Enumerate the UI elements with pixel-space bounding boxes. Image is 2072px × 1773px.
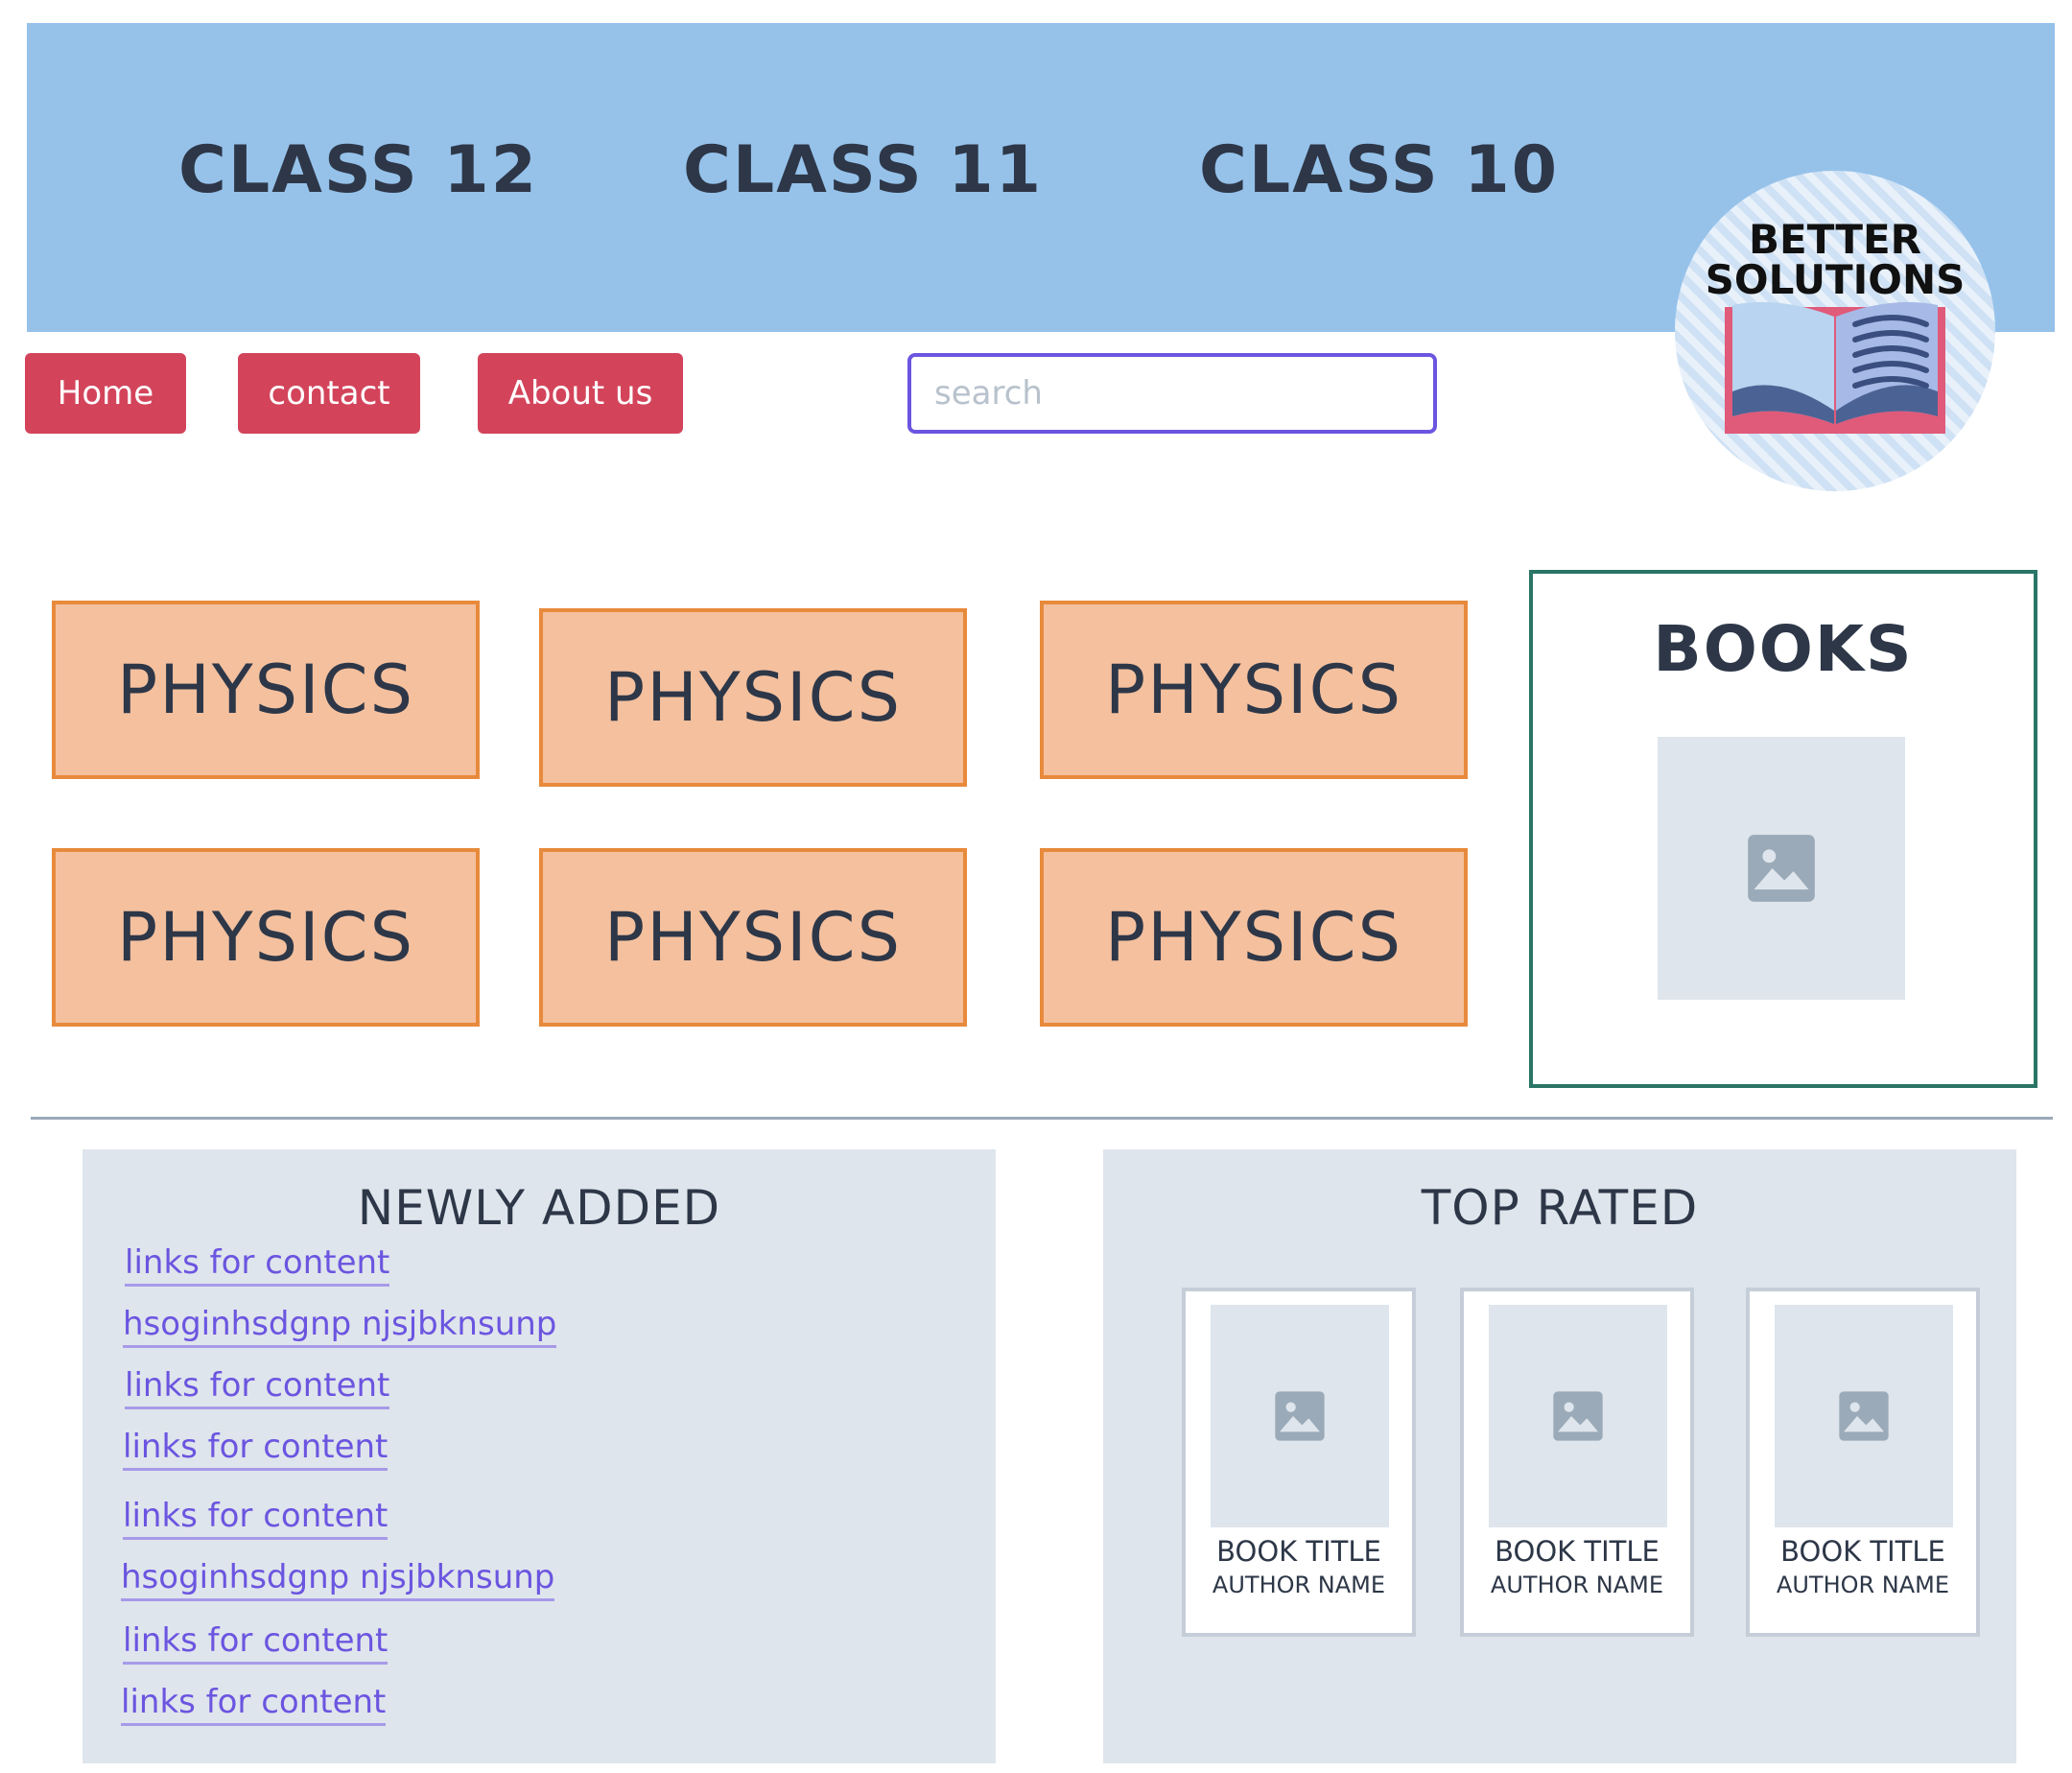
book-image-placeholder[interactable] xyxy=(1658,737,1905,1000)
subject-card-physics[interactable]: PHYSICS xyxy=(1040,601,1468,779)
book-cover-placeholder xyxy=(1775,1305,1953,1527)
content-link[interactable]: links for content xyxy=(121,1683,387,1726)
class-12-link[interactable]: CLASS 12 xyxy=(178,132,538,208)
section-divider xyxy=(31,1117,2053,1120)
open-book-icon xyxy=(1725,301,1945,434)
image-icon xyxy=(1748,835,1815,902)
search-input[interactable] xyxy=(907,353,1437,434)
subject-card-physics[interactable]: PHYSICS xyxy=(539,608,967,787)
image-icon xyxy=(1553,1391,1603,1441)
contact-button[interactable]: contact xyxy=(238,353,420,434)
subject-card-physics[interactable]: PHYSICS xyxy=(52,601,480,779)
top-rated-title: TOP RATED xyxy=(1421,1180,1699,1236)
books-panel: BOOKS xyxy=(1529,570,2037,1088)
book-title: BOOK TITLE xyxy=(1780,1535,1945,1568)
book-author: AUTHOR NAME xyxy=(1776,1572,1950,1598)
logo-text-line1: BETTER xyxy=(1749,216,1921,263)
image-icon xyxy=(1839,1391,1889,1441)
book-author: AUTHOR NAME xyxy=(1212,1572,1386,1598)
book-author: AUTHOR NAME xyxy=(1490,1572,1664,1598)
better-solutions-logo: BETTER SOLUTIONS xyxy=(1675,171,1995,491)
subject-card-physics[interactable]: PHYSICS xyxy=(52,848,480,1027)
image-icon xyxy=(1275,1391,1325,1441)
subject-card-physics[interactable]: PHYSICS xyxy=(539,848,967,1027)
content-link[interactable]: hsoginhsdgnp njsjbknsunp xyxy=(121,1558,555,1601)
content-link[interactable]: links for content xyxy=(123,1621,388,1665)
class-10-link[interactable]: CLASS 10 xyxy=(1199,132,1559,208)
book-card[interactable]: BOOK TITLE AUTHOR NAME xyxy=(1460,1288,1694,1637)
subject-card-physics[interactable]: PHYSICS xyxy=(1040,848,1468,1027)
books-title: BOOKS xyxy=(1653,612,1914,686)
about-us-button[interactable]: About us xyxy=(478,353,683,434)
home-button[interactable]: Home xyxy=(25,353,186,434)
book-title: BOOK TITLE xyxy=(1216,1535,1381,1568)
class-11-link[interactable]: CLASS 11 xyxy=(683,132,1043,208)
content-link[interactable]: links for content xyxy=(125,1366,390,1409)
book-card[interactable]: BOOK TITLE AUTHOR NAME xyxy=(1746,1288,1980,1637)
book-cover-placeholder xyxy=(1489,1305,1667,1527)
newly-added-title: NEWLY ADDED xyxy=(357,1180,721,1236)
content-link[interactable]: links for content xyxy=(123,1497,388,1540)
content-link[interactable]: hsoginhsdgnp njsjbknsunp xyxy=(123,1305,557,1348)
book-card[interactable]: BOOK TITLE AUTHOR NAME xyxy=(1182,1288,1416,1637)
book-title: BOOK TITLE xyxy=(1495,1535,1660,1568)
book-cover-placeholder xyxy=(1211,1305,1389,1527)
content-link[interactable]: links for content xyxy=(123,1428,388,1471)
content-link[interactable]: links for content xyxy=(125,1243,390,1287)
